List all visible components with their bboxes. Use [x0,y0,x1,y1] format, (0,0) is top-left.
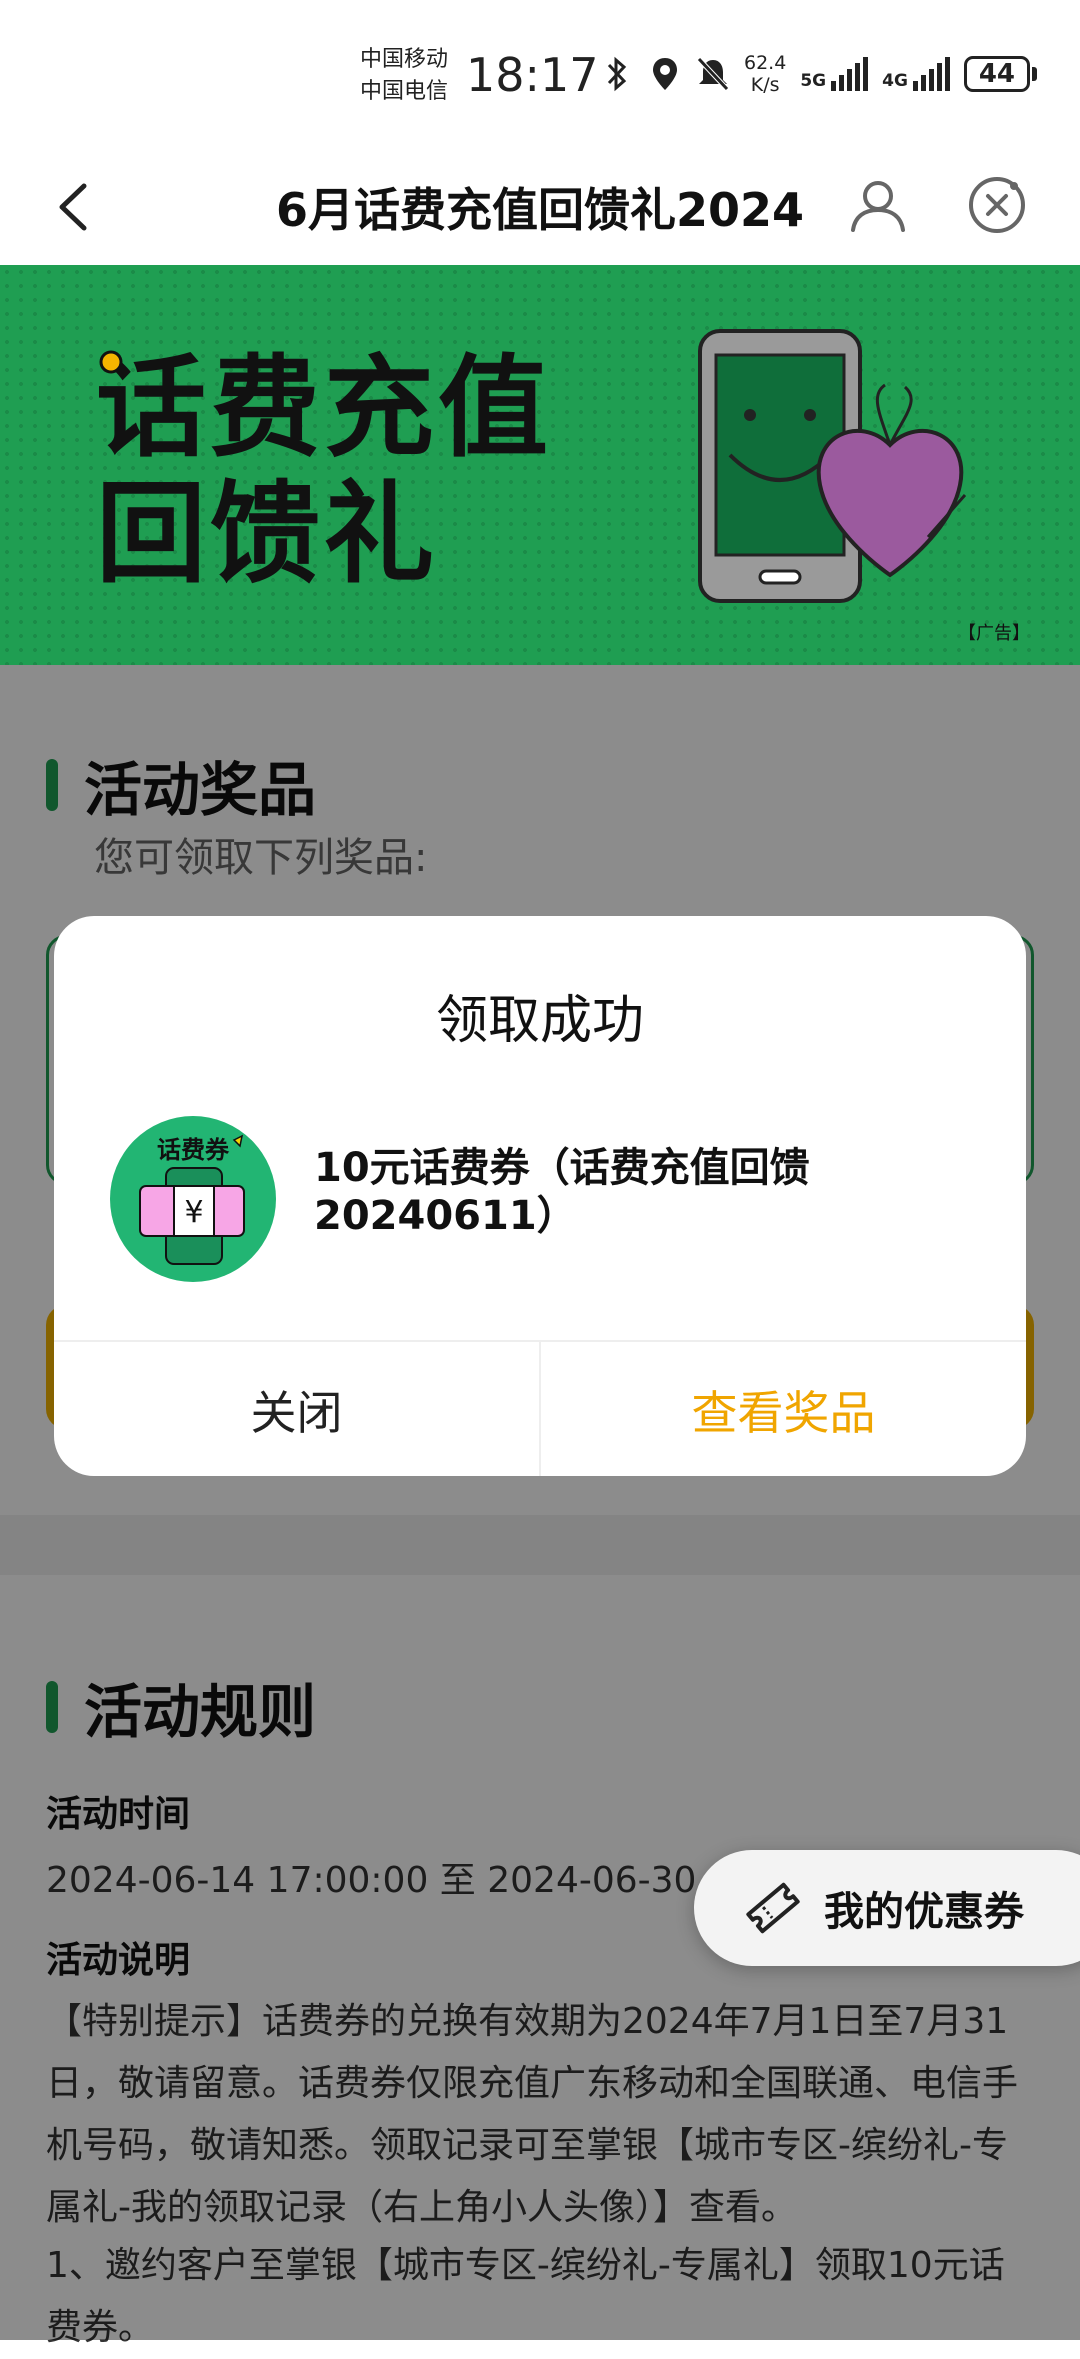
user-button[interactable] [843,170,913,240]
signal-4g-icon: 4G [882,57,950,91]
close-mini-app-button[interactable] [962,170,1032,240]
ad-tag: 【广告】 [958,623,1030,644]
svg-text:¥: ¥ [184,1195,203,1230]
signal-5g-icon: 5G [800,57,869,91]
carrier-1: 中国移动 [360,47,449,72]
dialog-actions: 关闭 查看奖品 [54,1340,1026,1476]
banner-title: 话费充值 回馈礼 [96,345,552,597]
clock: 18:17 [466,48,599,102]
coupon-prize-icon-label: 话费券 [157,1136,230,1164]
success-dialog: 领取成功 话费券 ¥ 10元话费券（话费充值回馈20240611） 关闭 查看奖… [54,916,1026,1476]
status-bar: 中国移动 中国电信 18:17 62.4 K/s 5G 4G 44 [0,0,1080,150]
signal-5g-label: 5G [800,71,827,91]
phone-heart-illustration [698,329,967,603]
close-button[interactable]: 关闭 [54,1342,541,1476]
signal-4g-label: 4G [882,71,908,91]
dot-decoration [99,350,123,374]
battery-indicator: 44 [963,56,1030,92]
carrier-2: 中国电信 [360,79,449,104]
banner-title-line1: 话费充值 [96,344,552,472]
promo-banner[interactable]: 话费充值 回馈礼 【广告】 [0,265,1080,665]
network-speed-unit: K/s [750,74,780,96]
coupon-prize-icon: 话费券 ¥ [110,1116,276,1282]
ticket-icon [746,1882,800,1934]
carrier-info: 中国移动 中国电信 [360,44,448,108]
network-speed: 62.4 K/s [744,52,786,96]
prize-name: 10元话费券（话费充值回馈20240611） [314,1145,810,1239]
my-coupons-label: 我的优惠券 [824,1889,1024,1935]
page-title: 6月话费充值回馈礼2024 [275,183,805,237]
battery-tip [1031,67,1037,81]
mute-bell-icon [696,54,730,94]
nav-bar: 6月话费充值回馈礼2024 [0,150,1080,265]
user-icon [851,181,905,232]
close-circle-icon [969,177,1025,233]
my-coupons-button[interactable]: 我的优惠券 [694,1850,1080,1966]
view-prize-button[interactable]: 查看奖品 [541,1342,1026,1476]
network-speed-value: 62.4 [744,52,787,74]
status-icons: 62.4 K/s 5G 4G 44 [600,52,1037,96]
banner-title-line2: 回馈礼 [96,470,438,598]
bluetooth-icon [600,54,634,94]
location-icon [648,54,682,94]
dialog-title: 领取成功 [435,991,644,1051]
